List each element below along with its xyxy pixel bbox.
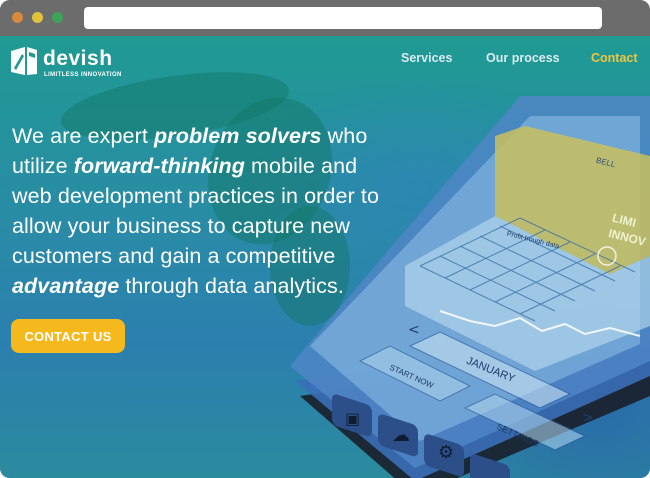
svg-text:>: > [582, 410, 594, 426]
minimize-window-button[interactable] [32, 12, 43, 23]
svg-text:<: < [408, 322, 420, 338]
browser-window: devish LIMITLESS INNOVATION Services Our… [0, 0, 650, 478]
page-viewport: devish LIMITLESS INNOVATION Services Our… [0, 36, 650, 478]
svg-text:☁: ☁ [392, 425, 410, 446]
browser-titlebar [0, 0, 650, 36]
svg-text:▣: ▣ [345, 409, 360, 428]
nav-link-contact[interactable]: Contact [591, 51, 638, 65]
main-navigation: Services Our process Contact [0, 51, 650, 67]
maximize-window-button[interactable] [52, 12, 63, 23]
phone-illustration-graphic: ▣ ☁ ⚙ < > [290, 96, 650, 478]
nav-link-services[interactable]: Services [401, 51, 452, 65]
svg-text:⚙: ⚙ [438, 442, 454, 463]
contact-us-button[interactable]: CONTACT US [11, 319, 125, 353]
close-window-button[interactable] [12, 12, 23, 23]
address-bar[interactable] [84, 7, 602, 29]
phone-illustration: ▣ ☁ ⚙ < > BELL LIMI INNOV Profit trough … [280, 96, 650, 478]
nav-link-our-process[interactable]: Our process [486, 51, 560, 65]
brand-tagline: LIMITLESS INNOVATION [44, 72, 122, 78]
